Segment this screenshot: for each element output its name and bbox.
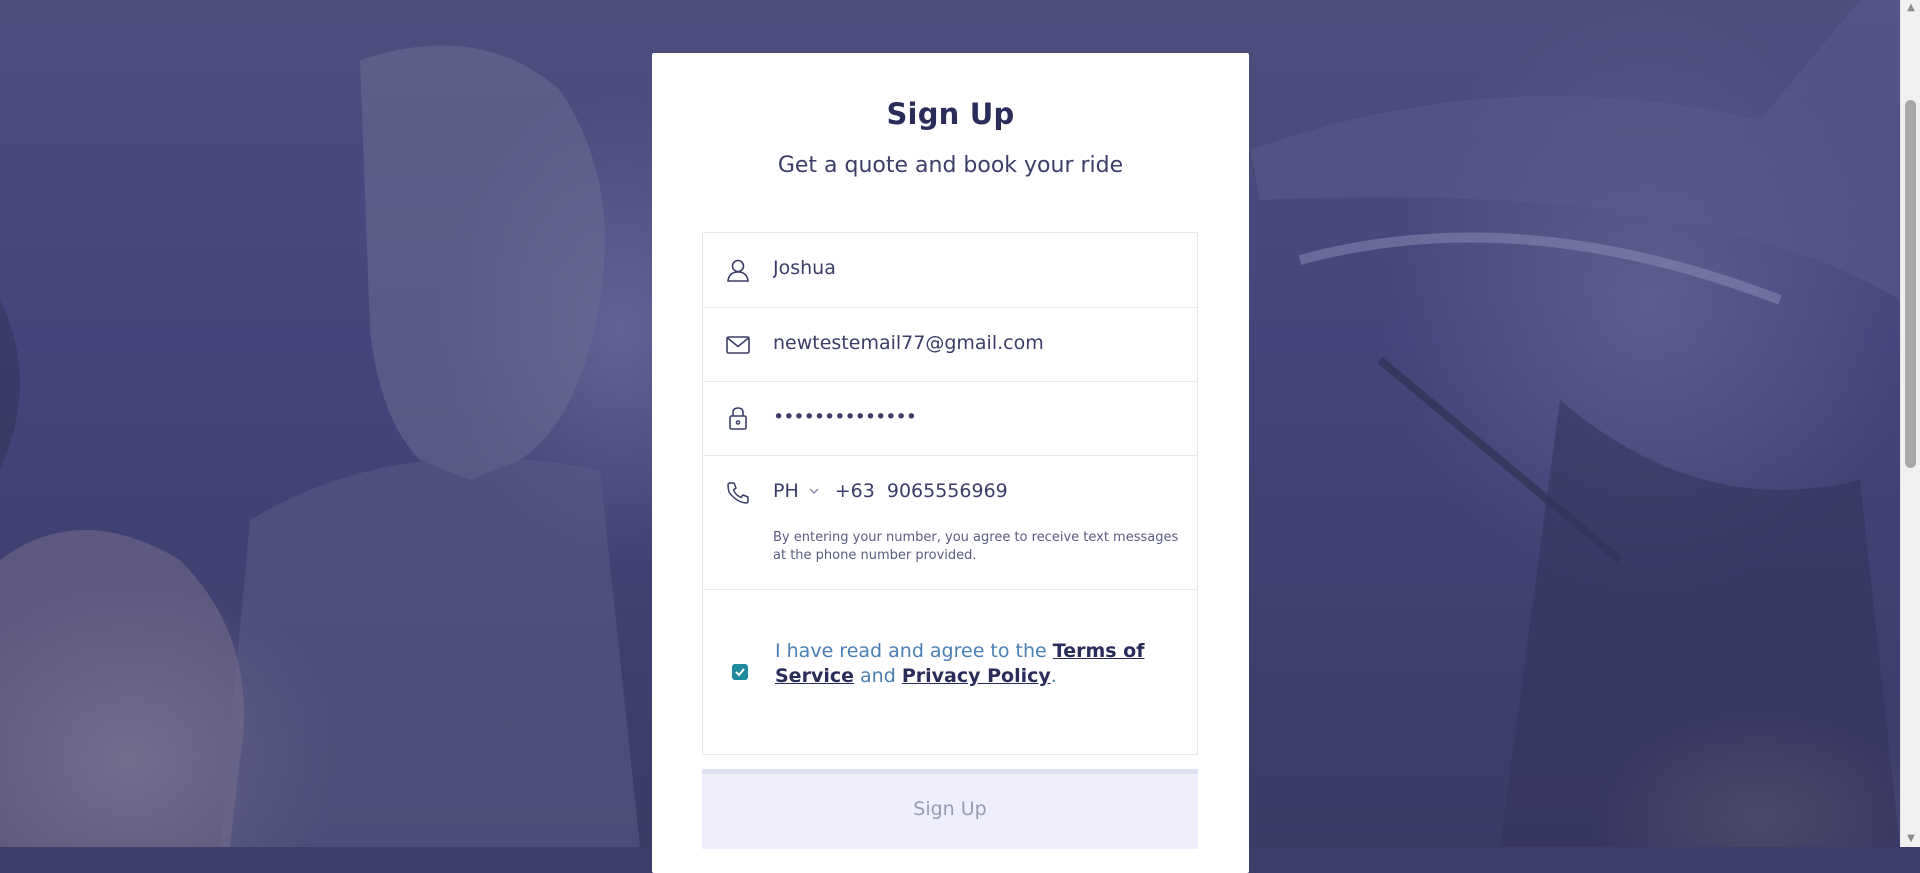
scroll-up-arrow-icon[interactable]: ▲ bbox=[1905, 2, 1917, 14]
phone-input-group: PH +63 9065556969 bbox=[773, 480, 1008, 502]
password-row bbox=[703, 382, 1197, 456]
privacy-policy-link[interactable]: Privacy Policy bbox=[902, 665, 1051, 687]
user-icon bbox=[727, 259, 749, 282]
signup-form: PH +63 9065556969 By entering your numbe… bbox=[702, 232, 1198, 755]
phone-icon bbox=[727, 482, 749, 504]
scroll-down-arrow-icon[interactable]: ▼ bbox=[1905, 833, 1917, 845]
lock-icon bbox=[729, 407, 747, 430]
country-code: PH bbox=[773, 480, 799, 502]
page-subtitle: Get a quote and book your ride bbox=[777, 153, 1124, 178]
password-input[interactable] bbox=[773, 406, 1173, 428]
country-select[interactable]: PH bbox=[773, 480, 835, 502]
terms-checkbox[interactable] bbox=[732, 664, 748, 680]
checkmark-icon bbox=[735, 668, 745, 677]
first-name-input[interactable] bbox=[773, 257, 1173, 279]
phone-consent-note: By entering your number, you agree to re… bbox=[773, 530, 1179, 563]
envelope-icon bbox=[726, 336, 750, 354]
email-row bbox=[703, 308, 1197, 382]
dial-code: +63 bbox=[834, 480, 875, 502]
scroll-thumb[interactable] bbox=[1905, 100, 1916, 468]
terms-middle: and bbox=[854, 665, 902, 687]
sign-up-button[interactable]: Sign Up bbox=[702, 769, 1198, 849]
terms-prefix: I have read and agree to the bbox=[775, 640, 1053, 662]
terms-label: I have read and agree to the Terms of Se… bbox=[775, 639, 1155, 689]
email-input[interactable] bbox=[773, 332, 1173, 354]
phone-row: PH +63 9065556969 By entering your numbe… bbox=[703, 456, 1197, 590]
terms-row: I have read and agree to the Terms of Se… bbox=[703, 590, 1197, 756]
page-scrollbar[interactable]: ▲ ▼ bbox=[1900, 0, 1920, 847]
signup-card: Sign Up Get a quote and book your ride J… bbox=[652, 53, 1249, 873]
first-name-row bbox=[703, 233, 1197, 308]
chevron-down-icon bbox=[809, 488, 819, 495]
terms-suffix: . bbox=[1050, 665, 1057, 687]
phone-number-input[interactable]: 9065556969 bbox=[887, 480, 1008, 502]
page-title: Sign Up bbox=[886, 97, 1015, 131]
